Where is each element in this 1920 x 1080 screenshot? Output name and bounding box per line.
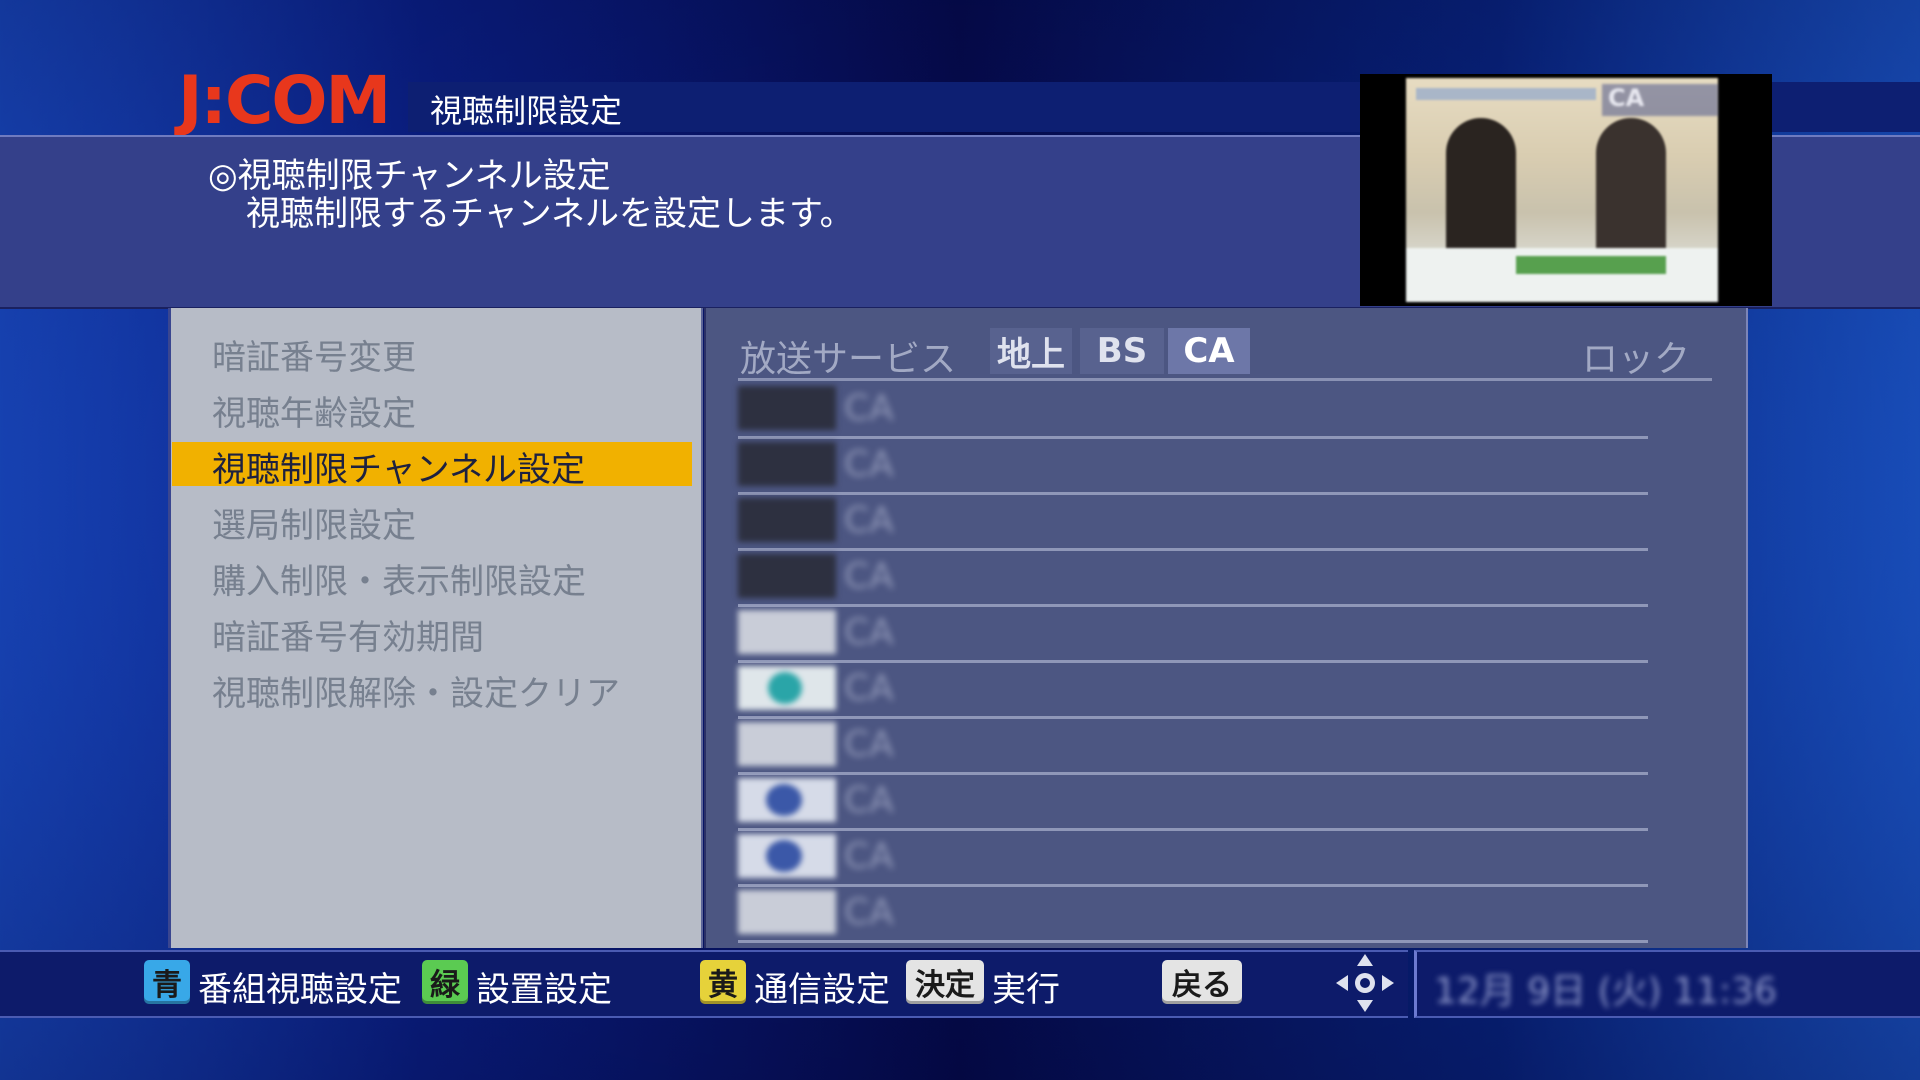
preview-channel-overlay: CA	[1602, 84, 1718, 116]
menu-item-pin-validity[interactable]: 暗証番号有効期間	[212, 610, 484, 659]
row-divider	[738, 828, 1648, 831]
menu-item-pin-change[interactable]: 暗証番号変更	[212, 330, 416, 379]
blue-key-button[interactable]: 青	[144, 960, 190, 1004]
channel-logo	[738, 778, 836, 822]
row-divider	[738, 884, 1648, 887]
preview-image: CA	[1406, 78, 1718, 302]
tab-bs[interactable]: BS	[1080, 328, 1164, 374]
channel-service: CA	[844, 892, 894, 933]
dpad-icon	[1336, 954, 1394, 1012]
channel-service: CA	[844, 836, 894, 877]
menu-item-channel-restriction[interactable]: 視聴制限チャンネル設定	[212, 442, 585, 491]
header-divider	[738, 378, 1712, 381]
menu-item-age-setting[interactable]: 視聴年齢設定	[212, 386, 416, 435]
menu-item-clear-restrictions[interactable]: 視聴制限解除・設定クリア	[212, 666, 620, 715]
channel-service: CA	[844, 444, 894, 485]
channel-logo	[738, 498, 836, 542]
channel-row[interactable]: CA	[738, 552, 1648, 607]
channel-row[interactable]: CA	[738, 384, 1648, 439]
channel-row[interactable]: CA	[738, 888, 1648, 943]
channel-logo	[738, 890, 836, 934]
broadcast-service-header: 放送サービス	[740, 339, 957, 380]
channel-logo	[738, 554, 836, 598]
channel-logo	[738, 666, 836, 710]
video-preview: CA	[1360, 74, 1772, 306]
menu-item-purchase-restriction[interactable]: 購入制限・表示制限設定	[212, 554, 586, 603]
row-divider	[738, 940, 1648, 943]
channel-logo	[738, 610, 836, 654]
channel-row[interactable]: CA	[738, 664, 1648, 719]
channel-service: CA	[844, 612, 894, 653]
tab-ca[interactable]: CA	[1168, 328, 1250, 374]
channel-row[interactable]: CA	[738, 440, 1648, 495]
tab-terrestrial[interactable]: 地上	[990, 328, 1072, 375]
blue-key-label: 番組視聴設定	[198, 970, 402, 1010]
description-text: 視聴制限するチャンネルを設定します。	[246, 194, 854, 234]
channel-service: CA	[844, 780, 894, 821]
channel-service: CA	[844, 668, 894, 709]
channel-logo	[738, 386, 836, 430]
decide-key-button[interactable]: 決定	[906, 960, 984, 1004]
channel-logo	[738, 442, 836, 486]
decide-key-label: 実行	[992, 970, 1060, 1010]
yellow-key-label: 通信設定	[754, 970, 890, 1010]
green-key-label: 設置設定	[476, 970, 612, 1010]
menu-item-tuning-restriction[interactable]: 選局制限設定	[212, 498, 416, 547]
channel-service: CA	[844, 556, 894, 597]
channel-row[interactable]: CA	[738, 776, 1648, 831]
row-divider	[738, 604, 1648, 607]
channel-service: CA	[844, 724, 894, 765]
page-title: 視聴制限設定	[430, 92, 623, 130]
back-button[interactable]: 戻る	[1162, 960, 1242, 1004]
lock-header: ロック	[1582, 339, 1691, 380]
jcom-logo: J:COM	[178, 62, 391, 139]
channel-row[interactable]: CA	[738, 720, 1648, 775]
green-key-button[interactable]: 緑	[422, 960, 468, 1004]
row-divider	[738, 772, 1648, 775]
row-divider	[738, 492, 1648, 495]
row-divider	[738, 660, 1648, 663]
row-divider	[738, 548, 1648, 551]
row-divider	[738, 716, 1648, 719]
channel-service: CA	[844, 388, 894, 429]
row-divider	[738, 436, 1648, 439]
channel-logo	[738, 834, 836, 878]
channel-service: CA	[844, 500, 894, 541]
channel-row[interactable]: CA	[738, 496, 1648, 551]
channel-row[interactable]: CA	[738, 832, 1648, 887]
clock: 12月 9日 (火) 11:36	[1434, 971, 1777, 1012]
yellow-key-button[interactable]: 黄	[700, 960, 746, 1004]
channel-row[interactable]: CA	[738, 608, 1648, 663]
channel-logo	[738, 722, 836, 766]
